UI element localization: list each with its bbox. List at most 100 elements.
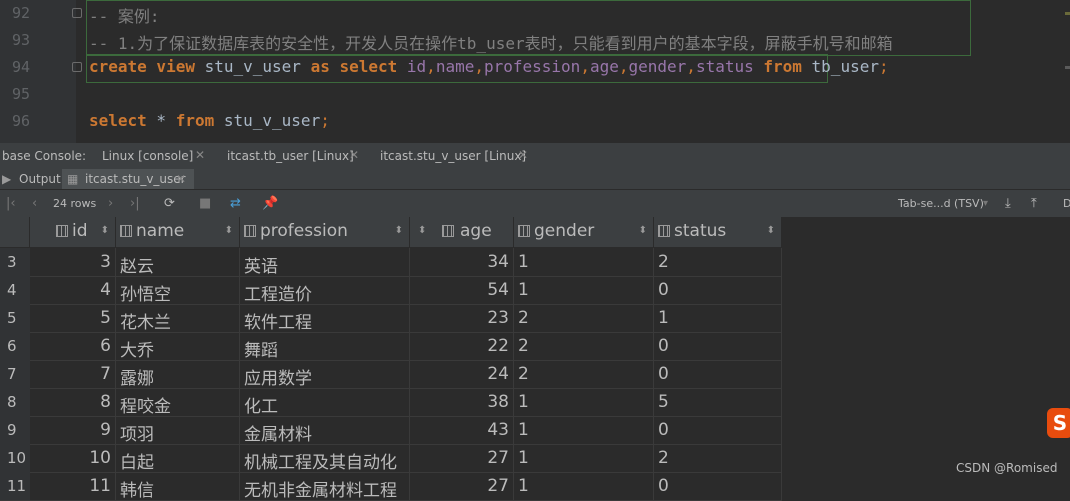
cell-gender[interactable]: 2 bbox=[514, 332, 654, 360]
cell-gender[interactable]: 1 bbox=[514, 388, 654, 416]
row-count[interactable]: 24 rows bbox=[53, 197, 96, 210]
cell-gender[interactable]: 2 bbox=[514, 304, 654, 332]
cell-profession[interactable]: 金属材料 bbox=[240, 416, 410, 444]
cell-gender[interactable]: 1 bbox=[514, 416, 654, 444]
close-icon[interactable]: ✕ bbox=[195, 148, 205, 162]
cell-age[interactable]: 54 bbox=[410, 276, 514, 304]
column-header-profession[interactable]: profession ⬍ bbox=[240, 217, 410, 247]
cell-id[interactable]: 5 bbox=[30, 304, 116, 332]
cell-profession[interactable]: 英语 bbox=[240, 248, 410, 276]
cell-profession[interactable]: 工程造价 bbox=[240, 276, 410, 304]
cell-status[interactable]: 0 bbox=[654, 332, 782, 360]
prev-page-icon[interactable]: ‹ bbox=[32, 196, 37, 211]
cell-name[interactable]: 花木兰 bbox=[116, 304, 240, 332]
column-header-name[interactable]: name ⬍ bbox=[116, 217, 240, 247]
result-grid[interactable]: id ⬍ name ⬍ profession ⬍ ⬍ age gender ⬍ … bbox=[0, 217, 782, 501]
table-row[interactable]: 11 11 韩信 无机非金属材料工程 27 1 0 bbox=[0, 472, 782, 501]
cell-age[interactable]: 27 bbox=[410, 472, 514, 500]
stop-icon[interactable]: ■ bbox=[199, 196, 211, 211]
column-header-gender[interactable]: gender ⬍ bbox=[514, 217, 654, 247]
cell-name[interactable]: 大乔 bbox=[116, 332, 240, 360]
export-format-select[interactable]: Tab-se...d (TSV) bbox=[898, 197, 984, 210]
cell-status[interactable]: 0 bbox=[654, 416, 782, 444]
download-icon[interactable]: ⤓ bbox=[1005, 196, 1011, 211]
table-row[interactable]: 3 3 赵云 英语 34 1 2 bbox=[0, 248, 782, 277]
cell-status[interactable]: 0 bbox=[654, 472, 782, 500]
first-page-icon[interactable]: |‹ bbox=[6, 196, 16, 211]
refresh-icon[interactable]: ⟳ bbox=[164, 196, 175, 211]
close-icon[interactable]: ✕ bbox=[518, 148, 528, 162]
cell-profession[interactable]: 软件工程 bbox=[240, 304, 410, 332]
cell-profession[interactable]: 舞蹈 bbox=[240, 332, 410, 360]
cell-age[interactable]: 34 bbox=[410, 248, 514, 276]
cell-age[interactable]: 38 bbox=[410, 388, 514, 416]
cell-gender[interactable]: 1 bbox=[514, 248, 654, 276]
table-row[interactable]: 9 9 项羽 金属材料 43 1 0 bbox=[0, 416, 782, 445]
tab-tb-user[interactable]: itcast.tb_user [Linux] bbox=[227, 149, 354, 163]
cell-id[interactable]: 9 bbox=[30, 416, 116, 444]
cell-profession[interactable]: 化工 bbox=[240, 388, 410, 416]
table-row[interactable]: 6 6 大乔 舞蹈 22 2 0 bbox=[0, 332, 782, 361]
sort-icon[interactable]: ⬍ bbox=[767, 225, 775, 236]
cell-name[interactable]: 白起 bbox=[116, 444, 240, 472]
cell-age[interactable]: 24 bbox=[410, 360, 514, 388]
transpose-icon[interactable]: ⇄ bbox=[230, 196, 241, 211]
close-icon[interactable]: ✕ bbox=[349, 148, 359, 162]
last-page-icon[interactable]: ›| bbox=[130, 196, 140, 211]
tab-output[interactable]: Output bbox=[19, 172, 61, 186]
cell-name[interactable]: 孙悟空 bbox=[116, 276, 240, 304]
close-icon[interactable]: ✕ bbox=[176, 172, 186, 186]
tab-linux-console[interactable]: Linux [console] bbox=[102, 149, 193, 163]
cell-status[interactable]: 0 bbox=[654, 360, 782, 388]
table-row[interactable]: 10 10 白起 机械工程及其自动化 27 1 2 bbox=[0, 444, 782, 473]
cell-status[interactable]: 2 bbox=[654, 248, 782, 276]
sort-icon[interactable]: ⬍ bbox=[395, 225, 403, 236]
column-header-status[interactable]: status ⬍ bbox=[654, 217, 782, 247]
cell-profession[interactable]: 机械工程及其自动化 bbox=[240, 444, 410, 472]
cell-name[interactable]: 程咬金 bbox=[116, 388, 240, 416]
cell-id[interactable]: 10 bbox=[30, 444, 116, 472]
tab-result-stu-v-user[interactable]: itcast.stu_v_user bbox=[85, 172, 186, 186]
upload-icon[interactable]: ⤒ bbox=[1031, 196, 1037, 211]
cell-age[interactable]: 22 bbox=[410, 332, 514, 360]
cell-name[interactable]: 露娜 bbox=[116, 360, 240, 388]
cell-gender[interactable]: 1 bbox=[514, 472, 654, 500]
table-row[interactable]: 5 5 花木兰 软件工程 23 2 1 bbox=[0, 304, 782, 333]
cell-id[interactable]: 8 bbox=[30, 388, 116, 416]
cell-name[interactable]: 韩信 bbox=[116, 472, 240, 500]
pin-icon[interactable]: 📌 bbox=[262, 196, 278, 211]
sort-icon[interactable]: ⬍ bbox=[418, 225, 426, 236]
cell-id[interactable]: 3 bbox=[30, 248, 116, 276]
column-header-age[interactable]: ⬍ age bbox=[410, 217, 514, 247]
cell-profession[interactable]: 无机非金属材料工程 bbox=[240, 472, 410, 500]
cell-id[interactable]: 7 bbox=[30, 360, 116, 388]
next-page-icon[interactable]: › bbox=[108, 196, 113, 211]
cell-name[interactable]: 项羽 bbox=[116, 416, 240, 444]
tab-stu-v-user[interactable]: itcast.stu_v_user [Linux] bbox=[380, 149, 526, 163]
sql-editor[interactable]: 92 -- 案例: 93 -- 1.为了保证数据库表的安全性，开发人员在操作tb… bbox=[0, 0, 1070, 143]
sort-icon[interactable]: ⬍ bbox=[101, 225, 109, 236]
cell-status[interactable]: 5 bbox=[654, 388, 782, 416]
chevron-down-icon[interactable]: ▾ bbox=[983, 198, 988, 209]
table-row[interactable]: 4 4 孙悟空 工程造价 54 1 0 bbox=[0, 276, 782, 305]
cell-age[interactable]: 43 bbox=[410, 416, 514, 444]
toolbar-overflow[interactable]: D bbox=[1063, 197, 1070, 210]
sort-icon[interactable]: ⬍ bbox=[639, 225, 647, 236]
cell-id[interactable]: 11 bbox=[30, 472, 116, 500]
cell-gender[interactable]: 2 bbox=[514, 360, 654, 388]
cell-id[interactable]: 6 bbox=[30, 332, 116, 360]
cell-age[interactable]: 27 bbox=[410, 444, 514, 472]
cell-name[interactable]: 赵云 bbox=[116, 248, 240, 276]
table-row[interactable]: 7 7 露娜 应用数学 24 2 0 bbox=[0, 360, 782, 389]
cell-id[interactable]: 4 bbox=[30, 276, 116, 304]
cell-status[interactable]: 0 bbox=[654, 276, 782, 304]
cell-status[interactable]: 2 bbox=[654, 444, 782, 472]
cell-status[interactable]: 1 bbox=[654, 304, 782, 332]
cell-age[interactable]: 23 bbox=[410, 304, 514, 332]
cell-gender[interactable]: 1 bbox=[514, 276, 654, 304]
sort-icon[interactable]: ⬍ bbox=[225, 225, 233, 236]
cell-profession[interactable]: 应用数学 bbox=[240, 360, 410, 388]
column-header-id[interactable]: id ⬍ bbox=[52, 217, 116, 247]
cell-gender[interactable]: 1 bbox=[514, 444, 654, 472]
table-row[interactable]: 8 8 程咬金 化工 38 1 5 bbox=[0, 388, 782, 417]
